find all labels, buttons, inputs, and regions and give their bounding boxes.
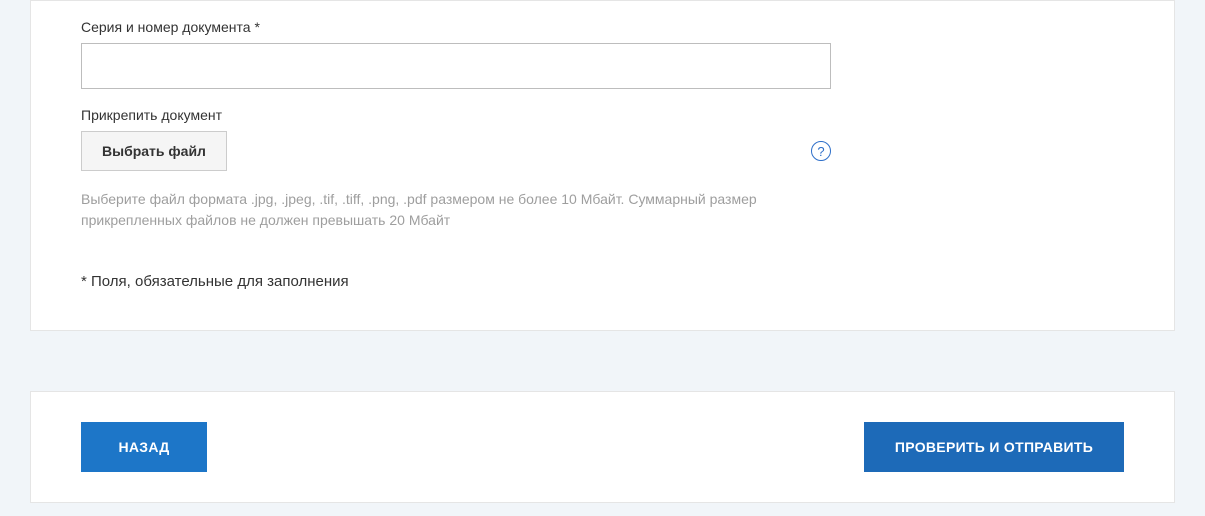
help-icon[interactable]: ?: [811, 141, 831, 161]
back-button[interactable]: НАЗАД: [81, 422, 207, 472]
doc-number-label: Серия и номер документа *: [81, 19, 1124, 35]
form-card: Серия и номер документа * Прикрепить док…: [30, 0, 1175, 331]
doc-number-input[interactable]: [81, 43, 831, 89]
required-fields-note: * Поля, обязательные для заполнения: [81, 273, 1124, 290]
spacer: [0, 331, 1205, 391]
file-hint-text: Выберите файл формата .jpg, .jpeg, .tif,…: [81, 189, 781, 231]
file-row: Выбрать файл ?: [81, 131, 831, 171]
attach-label: Прикрепить документ: [81, 107, 1124, 123]
actions-card: НАЗАД ПРОВЕРИТЬ И ОТПРАВИТЬ: [30, 391, 1175, 503]
choose-file-button[interactable]: Выбрать файл: [81, 131, 227, 171]
submit-button[interactable]: ПРОВЕРИТЬ И ОТПРАВИТЬ: [864, 422, 1124, 472]
